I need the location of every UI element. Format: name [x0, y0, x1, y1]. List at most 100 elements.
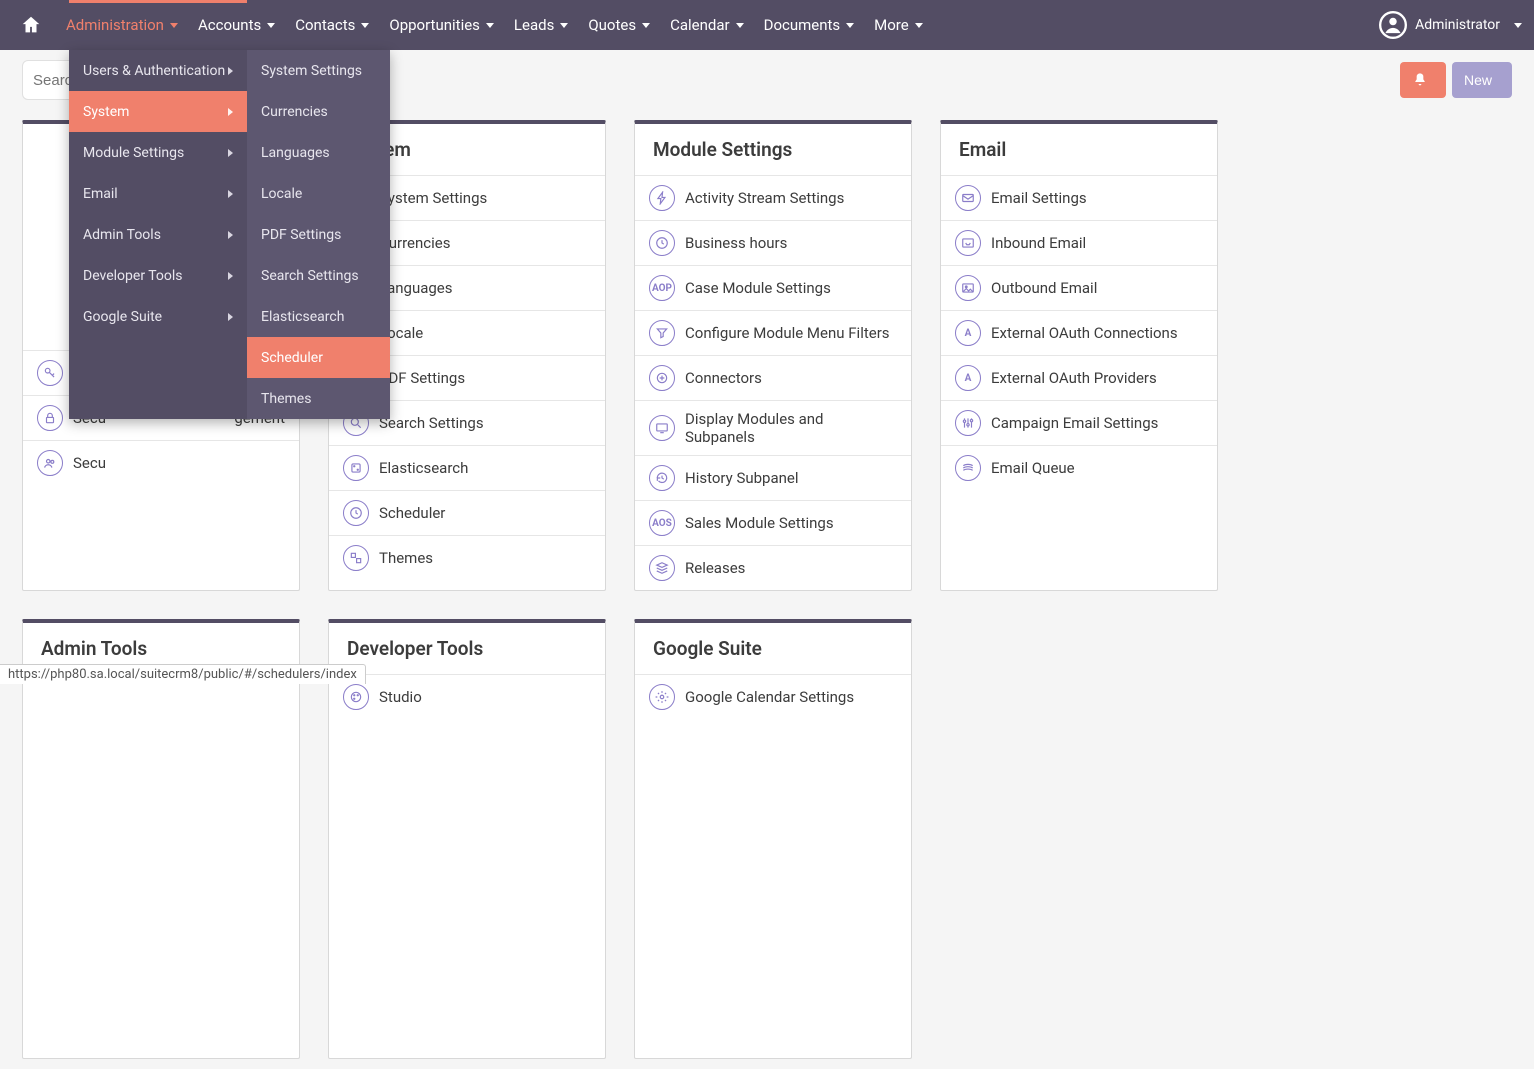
- panel-row[interactable]: Configure Module Menu Filters: [635, 310, 911, 355]
- chevron-right-icon: [228, 67, 233, 75]
- dropdown-level2: System Settings Currencies Languages Locale…: [247, 50, 390, 419]
- caret-down-icon: [361, 23, 369, 28]
- panel-row-label: Campaign Email Settings: [991, 414, 1158, 432]
- user-menu[interactable]: Administrator: [1379, 11, 1522, 39]
- panel-row[interactable]: Connectors: [635, 355, 911, 400]
- A-icon: A: [955, 320, 981, 346]
- panel-row[interactable]: Campaign Email Settings: [941, 400, 1217, 445]
- nav-contacts[interactable]: Contacts: [285, 0, 379, 50]
- plug-icon: [649, 365, 675, 391]
- admin-dropdown: Users & Authentication System Module Setti…: [69, 50, 390, 419]
- panel-row[interactable]: AOSSales Module Settings: [635, 500, 911, 545]
- panel-row[interactable]: Themes: [329, 535, 605, 580]
- panel-row[interactable]: AOPCase Module Settings: [635, 265, 911, 310]
- menu-item-label: Currencies: [261, 104, 328, 120]
- panel-row-label: Connectors: [685, 369, 762, 387]
- panel-row[interactable]: AExternal OAuth Connections: [941, 310, 1217, 355]
- nav-documents[interactable]: Documents: [754, 0, 865, 50]
- nav-label: Documents: [764, 16, 841, 34]
- nav-label: Leads: [514, 16, 554, 34]
- panel-row[interactable]: Secu: [23, 440, 299, 485]
- home-button[interactable]: [16, 10, 46, 40]
- panel-row[interactable]: Releases: [635, 545, 911, 590]
- menu-item-system[interactable]: System: [69, 91, 247, 132]
- nav-calendar[interactable]: Calendar: [660, 0, 754, 50]
- menu-item-search-settings[interactable]: Search Settings: [247, 255, 390, 296]
- nav-quotes[interactable]: Quotes: [578, 0, 660, 50]
- new-button[interactable]: New: [1452, 62, 1512, 98]
- menu-item-pdf-settings[interactable]: PDF Settings: [247, 214, 390, 255]
- panel-row-label: PDF Settings: [379, 369, 465, 387]
- menu-item-label: Admin Tools: [83, 227, 161, 243]
- panel-row[interactable]: Google Calendar Settings: [635, 674, 911, 719]
- gear-icon: [649, 684, 675, 710]
- notifications-button[interactable]: [1400, 62, 1446, 98]
- theme-icon: [343, 545, 369, 571]
- menu-item-themes[interactable]: Themes: [247, 378, 390, 419]
- panel-row[interactable]: Outbound Email: [941, 265, 1217, 310]
- panel-row-label: History Subpanel: [685, 469, 799, 487]
- home-icon: [20, 14, 42, 36]
- caret-down-icon: [915, 23, 923, 28]
- panel-row-label: Secu: [73, 454, 106, 472]
- nav-opportunities[interactable]: Opportunities: [379, 0, 504, 50]
- menu-item-languages[interactable]: Languages: [247, 132, 390, 173]
- palette-icon: [343, 684, 369, 710]
- nav-leads[interactable]: Leads: [504, 0, 578, 50]
- panel-row-label: Email Queue: [991, 459, 1075, 477]
- panel-title: Email: [941, 124, 1217, 175]
- menu-item-system-settings[interactable]: System Settings: [247, 50, 390, 91]
- menu-item-elasticsearch[interactable]: Elasticsearch: [247, 296, 390, 337]
- panel-row[interactable]: Inbound Email: [941, 220, 1217, 265]
- menu-item-scheduler[interactable]: Scheduler: [247, 337, 390, 378]
- menu-item-currencies[interactable]: Currencies: [247, 91, 390, 132]
- menu-item-module-settings[interactable]: Module Settings: [69, 132, 247, 173]
- panel-row[interactable]: Business hours: [635, 220, 911, 265]
- menu-item-admin-tools[interactable]: Admin Tools: [69, 214, 247, 255]
- nav-label: Administration: [66, 16, 164, 34]
- menu-item-label: Locale: [261, 186, 302, 202]
- panel-title: Module Settings: [635, 124, 911, 175]
- nav-label: Calendar: [670, 16, 730, 34]
- menu-item-label: System: [83, 104, 129, 120]
- menu-item-users-authentication[interactable]: Users & Authentication: [69, 50, 247, 91]
- menu-item-google-suite[interactable]: Google Suite: [69, 296, 247, 337]
- dropdown-level1: Users & Authentication System Module Setti…: [69, 50, 247, 419]
- panel-row[interactable]: AExternal OAuth Providers: [941, 355, 1217, 400]
- panel-developer-tools: Developer ToolsStudio: [328, 619, 606, 1059]
- bell-icon: [1412, 72, 1428, 88]
- menu-item-label: Developer Tools: [83, 268, 183, 284]
- panel-row[interactable]: Email Queue: [941, 445, 1217, 490]
- panel-row[interactable]: Elasticsearch: [329, 445, 605, 490]
- nav-administration[interactable]: Administration: [56, 0, 188, 50]
- nav-label: More: [874, 16, 909, 34]
- nav-accounts[interactable]: Accounts: [188, 0, 285, 50]
- nav-more[interactable]: More: [864, 0, 933, 50]
- chevron-right-icon: [228, 272, 233, 280]
- panel-row-label: Inbound Email: [991, 234, 1086, 252]
- panel-row[interactable]: History Subpanel: [635, 455, 911, 500]
- menu-item-developer-tools[interactable]: Developer Tools: [69, 255, 247, 296]
- panel-row-label: Releases: [685, 559, 745, 577]
- panel-module-settings: Module SettingsActivity Stream SettingsB…: [634, 120, 912, 591]
- panel-row-label: Display Modules and Subpanels: [685, 410, 897, 446]
- menu-item-label: Users & Authentication: [83, 63, 225, 79]
- panel-row[interactable]: Studio: [329, 674, 605, 719]
- caret-down-icon: [1514, 23, 1522, 28]
- A-icon: A: [955, 365, 981, 391]
- panel-admin-tools: Admin Tools: [22, 619, 300, 1059]
- menu-item-label: Elasticsearch: [261, 309, 344, 325]
- panel-row[interactable]: Email Settings: [941, 175, 1217, 220]
- panel-row[interactable]: Activity Stream Settings: [635, 175, 911, 220]
- user-avatar-icon: [1379, 11, 1407, 39]
- panel-row-label: Themes: [379, 549, 433, 567]
- panel-row[interactable]: Scheduler: [329, 490, 605, 535]
- menu-item-locale[interactable]: Locale: [247, 173, 390, 214]
- panel-row-label: Elasticsearch: [379, 459, 468, 477]
- panel-email: Email Email Settings Inbound Email Outbound…: [940, 120, 1218, 591]
- panel-row-label: Studio: [379, 688, 422, 706]
- clock-icon: [649, 230, 675, 256]
- menu-item-email[interactable]: Email: [69, 173, 247, 214]
- panel-row-label: Email Settings: [991, 189, 1087, 207]
- panel-row[interactable]: Display Modules and Subpanels: [635, 400, 911, 455]
